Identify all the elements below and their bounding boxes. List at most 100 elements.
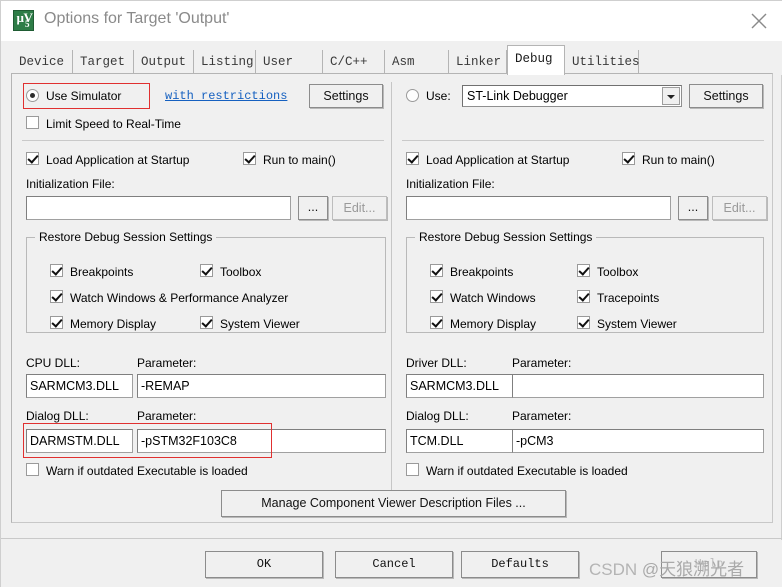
tab-asm[interactable]: Asm xyxy=(385,50,449,74)
right-run-to-main-checkbox[interactable] xyxy=(622,152,635,165)
right-edit-button[interactable]: Edit... xyxy=(712,196,767,220)
left-restore-group-title: Restore Debug Session Settings xyxy=(35,230,217,244)
footer-bar: OK Cancel Defaults Help xyxy=(1,540,782,587)
left-run-to-main-checkbox[interactable] xyxy=(243,152,256,165)
left-memory-display-checkbox[interactable] xyxy=(50,316,63,329)
with-restrictions-link[interactable]: with restrictions xyxy=(165,89,287,103)
left-dialog-parameter-input[interactable]: -pSTM32F103C8 xyxy=(137,429,386,453)
left-dialog-parameter-label: Parameter: xyxy=(137,409,197,423)
tab-c-cpp[interactable]: C/C++ xyxy=(323,50,385,74)
limit-speed-label: Limit Speed to Real-Time xyxy=(46,117,181,131)
cpu-parameter-label: Parameter: xyxy=(137,356,197,370)
left-warn-outdated-checkbox[interactable] xyxy=(26,463,39,476)
tab-utilities[interactable]: Utilities xyxy=(565,50,640,74)
right-run-to-main-label: Run to main() xyxy=(642,153,715,167)
title-bar: µV 5 Options for Target 'Output' xyxy=(1,1,782,42)
use-debugger-radio[interactable] xyxy=(406,89,419,102)
right-restore-group-title: Restore Debug Session Settings xyxy=(415,230,597,244)
driver-parameter-input[interactable] xyxy=(512,374,764,398)
left-load-app-label: Load Application at Startup xyxy=(46,153,190,167)
defaults-button[interactable]: Defaults xyxy=(461,551,579,578)
close-icon[interactable] xyxy=(747,9,771,33)
right-tracepoints-label: Tracepoints xyxy=(597,291,660,305)
window-title: Options for Target 'Output' xyxy=(44,10,230,27)
right-toolbox-checkbox[interactable] xyxy=(577,264,590,277)
left-edit-button[interactable]: Edit... xyxy=(332,196,387,220)
manage-component-viewer-button[interactable]: Manage Component Viewer Description File… xyxy=(221,490,566,517)
right-system-viewer-checkbox[interactable] xyxy=(577,316,590,329)
right-breakpoints-label: Breakpoints xyxy=(450,265,514,279)
right-load-app-label: Load Application at Startup xyxy=(426,153,570,167)
right-dialog-parameter-label: Parameter: xyxy=(512,409,572,423)
uvision-logo-subscript: 5 xyxy=(25,19,30,29)
limit-speed-checkbox[interactable] xyxy=(26,116,39,129)
left-init-file-input[interactable] xyxy=(26,196,291,220)
left-separator xyxy=(22,140,384,141)
tab-strip: Device Target Output Listing User C/C++ … xyxy=(1,41,782,75)
left-system-viewer-label: System Viewer xyxy=(220,317,300,331)
right-init-file-input[interactable] xyxy=(406,196,671,220)
left-init-file-label: Initialization File: xyxy=(26,177,115,191)
driver-parameter-label: Parameter: xyxy=(512,356,572,370)
left-memory-display-label: Memory Display xyxy=(70,317,157,331)
debugger-settings-button[interactable]: Settings xyxy=(689,84,763,108)
right-init-file-label: Initialization File: xyxy=(406,177,495,191)
right-dialog-parameter-input[interactable]: -pCM3 xyxy=(512,429,764,453)
right-tracepoints-checkbox[interactable] xyxy=(577,290,590,303)
left-watch-windows-label: Watch Windows & Performance Analyzer xyxy=(70,291,289,305)
left-watch-windows-checkbox[interactable] xyxy=(50,290,63,303)
tab-linker[interactable]: Linker xyxy=(449,50,507,74)
ok-button[interactable]: OK xyxy=(205,551,323,578)
cpu-parameter-input[interactable]: -REMAP xyxy=(137,374,386,398)
tab-device[interactable]: Device xyxy=(12,50,73,74)
right-memory-display-label: Memory Display xyxy=(450,317,537,331)
debug-tab-panel: Use Simulator with restrictions Settings… xyxy=(11,73,773,523)
chevron-down-icon[interactable] xyxy=(662,87,680,105)
help-button[interactable]: Help xyxy=(661,551,757,578)
left-run-to-main-label: Run to main() xyxy=(263,153,336,167)
tab-user[interactable]: User xyxy=(256,50,323,74)
debugger-select-value: ST-Link Debugger xyxy=(467,89,568,103)
tab-target[interactable]: Target xyxy=(73,50,134,74)
right-memory-display-checkbox[interactable] xyxy=(430,316,443,329)
driver-dll-label: Driver DLL: xyxy=(406,356,467,370)
tab-output[interactable]: Output xyxy=(134,50,194,74)
right-dialog-dll-label: Dialog DLL: xyxy=(406,409,469,423)
left-toolbox-checkbox[interactable] xyxy=(200,264,213,277)
uvision-logo-icon: µV 5 xyxy=(13,10,34,31)
left-breakpoints-checkbox[interactable] xyxy=(50,264,63,277)
driver-dll-input[interactable]: SARMCM3.DLL xyxy=(406,374,513,398)
use-debugger-label: Use: xyxy=(426,89,451,103)
left-browse-button[interactable]: ... xyxy=(298,196,328,220)
right-watch-windows-checkbox[interactable] xyxy=(430,290,443,303)
right-browse-button[interactable]: ... xyxy=(678,196,708,220)
cpu-dll-input[interactable]: SARMCM3.DLL xyxy=(26,374,133,398)
use-simulator-label: Use Simulator xyxy=(46,89,122,103)
panel-divider xyxy=(391,82,392,512)
right-load-app-checkbox[interactable] xyxy=(406,152,419,165)
left-toolbox-label: Toolbox xyxy=(220,265,262,279)
footer-separator xyxy=(1,538,782,539)
cancel-button[interactable]: Cancel xyxy=(335,551,453,578)
left-system-viewer-checkbox[interactable] xyxy=(200,316,213,329)
left-breakpoints-label: Breakpoints xyxy=(70,265,134,279)
left-dialog-dll-label: Dialog DLL: xyxy=(26,409,89,423)
tab-debug[interactable]: Debug xyxy=(507,45,565,75)
right-breakpoints-checkbox[interactable] xyxy=(430,264,443,277)
right-dialog-dll-input[interactable]: TCM.DLL xyxy=(406,429,513,453)
use-simulator-radio[interactable] xyxy=(26,89,39,102)
right-system-viewer-label: System Viewer xyxy=(597,317,677,331)
right-toolbox-label: Toolbox xyxy=(597,265,639,279)
left-warn-outdated-label: Warn if outdated Executable is loaded xyxy=(46,464,248,478)
uvision-logo-glyph: µV xyxy=(16,10,33,25)
left-dialog-dll-input[interactable]: DARMSTM.DLL xyxy=(26,429,133,453)
left-load-app-checkbox[interactable] xyxy=(26,152,39,165)
options-for-target-dialog: µV 5 Options for Target 'Output' Device … xyxy=(0,0,782,587)
right-warn-outdated-label: Warn if outdated Executable is loaded xyxy=(426,464,628,478)
right-warn-outdated-checkbox[interactable] xyxy=(406,463,419,476)
right-separator xyxy=(402,140,764,141)
right-watch-windows-label: Watch Windows xyxy=(450,291,536,305)
debugger-select[interactable]: ST-Link Debugger xyxy=(462,85,682,107)
simulator-settings-button[interactable]: Settings xyxy=(309,84,383,108)
tab-listing[interactable]: Listing xyxy=(194,50,256,74)
